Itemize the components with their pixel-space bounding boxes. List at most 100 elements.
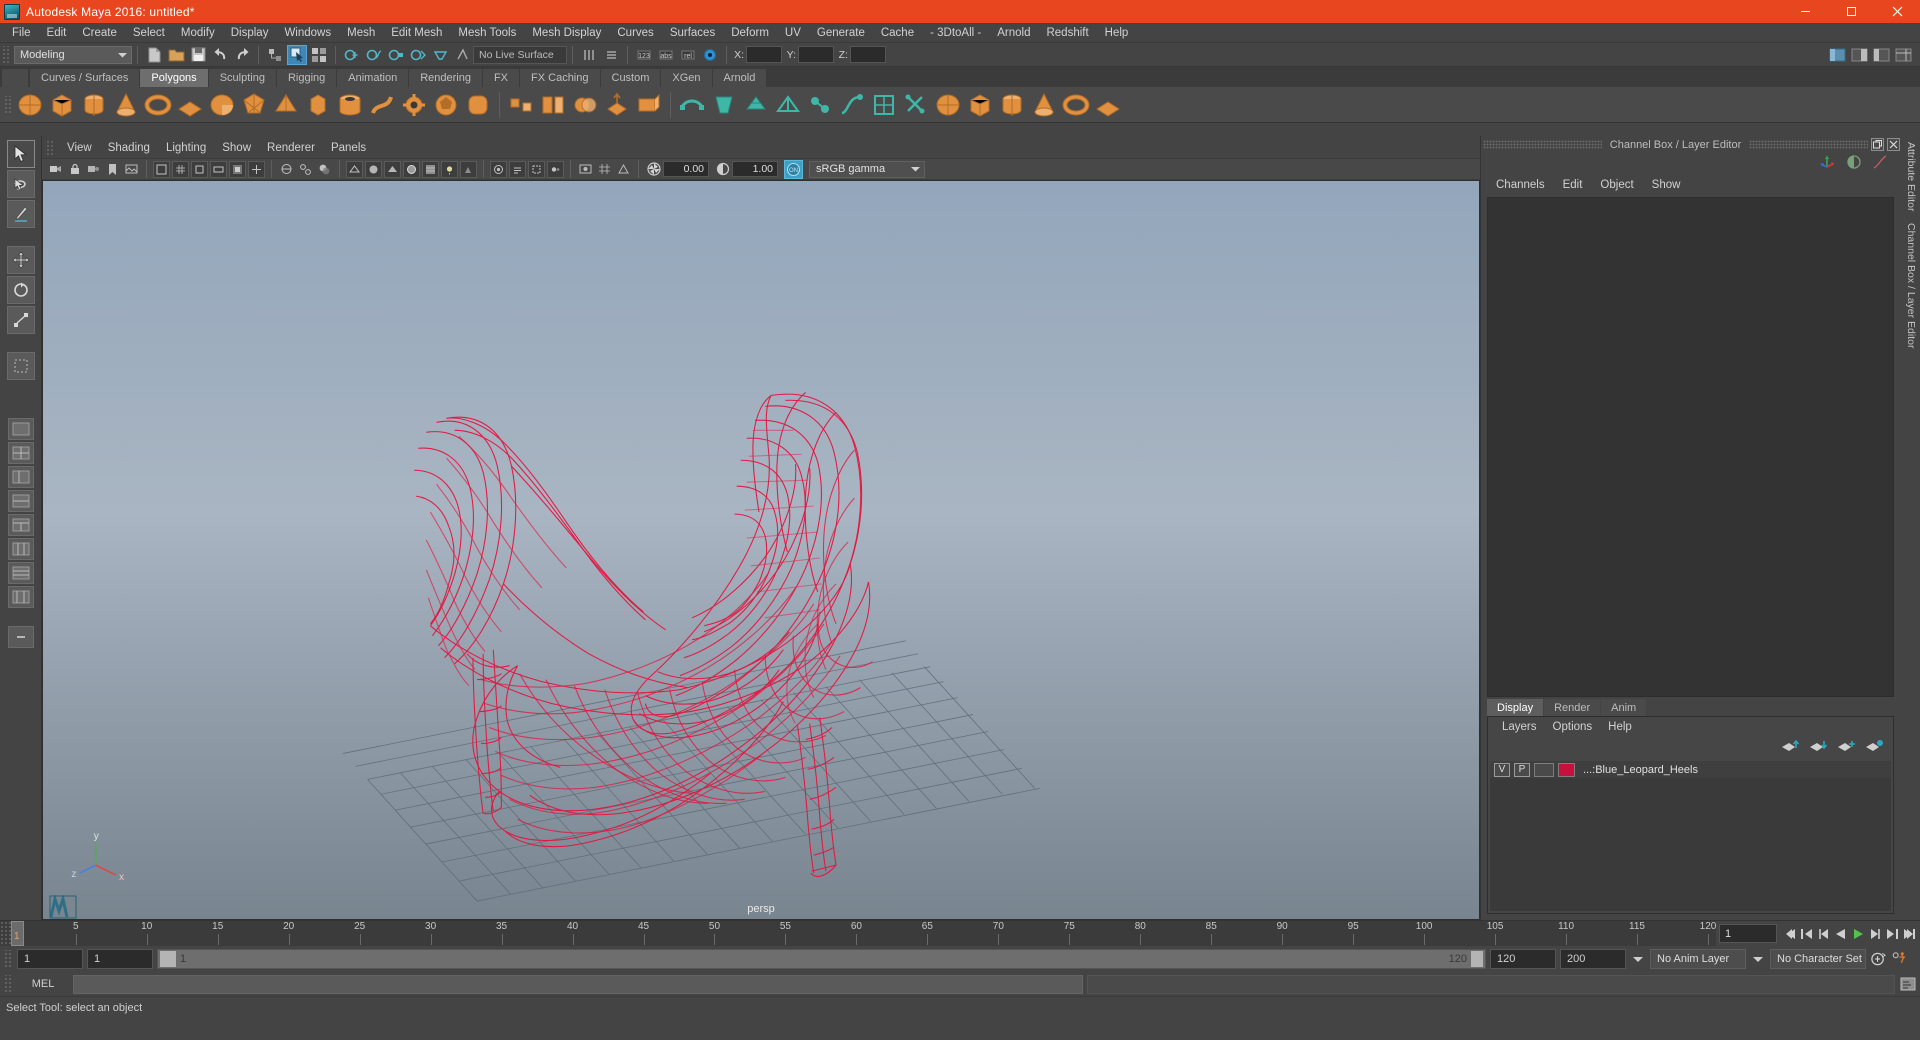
chevron-down-icon[interactable] — [1750, 949, 1766, 969]
image-plane-icon[interactable] — [123, 161, 140, 178]
menu-redshift[interactable]: Redshift — [1038, 23, 1096, 43]
auto-keyframe-icon[interactable] — [1870, 950, 1887, 969]
menu-windows[interactable]: Windows — [276, 23, 339, 43]
depth-of-field-icon[interactable] — [547, 160, 564, 178]
combine-icon[interactable] — [507, 91, 535, 119]
xray-toggle-icon[interactable] — [278, 161, 295, 178]
channel-box-menu-show[interactable]: Show — [1643, 179, 1690, 191]
shelf-tab-fx-caching[interactable]: FX Caching — [520, 69, 600, 87]
extrude-icon[interactable] — [603, 91, 631, 119]
layer-tab-anim[interactable]: Anim — [1601, 699, 1647, 716]
menu-curves[interactable]: Curves — [609, 23, 661, 43]
channel-box-menu-channels[interactable]: Channels — [1487, 179, 1554, 191]
go-to-end-icon[interactable] — [1900, 924, 1917, 943]
shelf-tab-polygons[interactable]: Polygons — [140, 69, 208, 87]
viewport-grip[interactable] — [46, 140, 55, 156]
coord-x-input[interactable] — [746, 46, 782, 63]
two-d-pan-zoom-icon[interactable] — [153, 160, 170, 178]
poly-platonic-icon[interactable] — [240, 91, 268, 119]
toolbar-grip[interactable] — [2, 45, 11, 64]
select-component-icon[interactable] — [309, 45, 329, 65]
scale-tool-icon[interactable] — [6, 306, 35, 334]
motion-blur-icon[interactable] — [509, 160, 526, 178]
menu-modify[interactable]: Modify — [173, 23, 223, 43]
layer-visibility-toggle[interactable]: V — [1494, 762, 1510, 777]
script-editor-icon[interactable] — [1899, 975, 1916, 994]
channel-box-toggle-icon[interactable] — [1893, 45, 1913, 65]
use-all-lights-icon[interactable] — [441, 160, 458, 178]
undo-icon[interactable] — [210, 45, 230, 65]
shelf-tab-custom[interactable]: Custom — [600, 69, 661, 87]
layer-color-swatch[interactable] — [1558, 762, 1575, 777]
film-gate-icon[interactable] — [191, 160, 208, 178]
shelf-tab-rendering[interactable]: Rendering — [409, 69, 482, 87]
lasso-select-tool-icon[interactable] — [6, 170, 35, 198]
paint-select-tool-icon[interactable] — [6, 200, 35, 228]
poly-soccer-ball-icon[interactable] — [432, 91, 460, 119]
menu-deform[interactable]: Deform — [723, 23, 777, 43]
layer-menu-options[interactable]: Options — [1545, 721, 1601, 733]
maximize-button[interactable] — [1828, 0, 1874, 23]
numeric-field-toggle-icon[interactable] — [700, 45, 720, 65]
viewport-menu-panels[interactable]: Panels — [323, 139, 374, 157]
shelf-tab-arnold[interactable]: Arnold — [712, 69, 767, 87]
snap-grid-icon[interactable] — [342, 45, 362, 65]
persp-uv-view-icon[interactable] — [7, 538, 34, 560]
rotate-tool-icon[interactable] — [6, 276, 35, 304]
two-panes-stacked-icon[interactable] — [7, 562, 34, 584]
snap-point-icon[interactable] — [386, 45, 406, 65]
layer-playback-toggle[interactable]: P — [1514, 762, 1530, 777]
go-to-start-icon[interactable] — [1781, 924, 1798, 943]
viewport-menu-show[interactable]: Show — [214, 139, 259, 157]
layer-menu-layers[interactable]: Layers — [1494, 721, 1545, 733]
toggle-inputs-icon[interactable] — [579, 45, 599, 65]
side-tab-attribute-editor[interactable]: Attribute Editor — [1904, 136, 1918, 217]
poly-disc-icon[interactable] — [208, 91, 236, 119]
chevron-down-icon[interactable] — [907, 163, 923, 176]
layer-list[interactable]: V P ...:Blue_Leopard_Heels — [1490, 761, 1891, 911]
command-line-grip[interactable] — [4, 975, 13, 993]
layer-row[interactable]: V P ...:Blue_Leopard_Heels — [1490, 761, 1891, 778]
current-frame-field[interactable]: 1 — [1719, 924, 1777, 943]
shadow-map-icon[interactable] — [460, 160, 477, 178]
poly-super-ellipse-icon[interactable] — [464, 91, 492, 119]
command-input[interactable] — [73, 974, 1083, 994]
xray-joints-icon[interactable] — [297, 161, 314, 178]
shelf-grip[interactable] — [2, 90, 14, 120]
menu-set-selector[interactable]: Modeling — [14, 45, 132, 64]
undock-icon[interactable] — [1871, 138, 1884, 151]
four-view-icon[interactable] — [7, 442, 34, 464]
last-tool-used-icon[interactable] — [6, 352, 35, 380]
bookmarks-icon[interactable] — [104, 161, 121, 178]
isolate-select-icon[interactable] — [577, 161, 594, 178]
close-icon[interactable] — [1887, 138, 1900, 151]
new-layer-from-selected-icon[interactable] — [1865, 739, 1883, 757]
close-button[interactable] — [1874, 0, 1920, 23]
gamma-input[interactable]: 1.00 — [732, 161, 778, 177]
color-management-icon[interactable]: ON — [784, 159, 803, 179]
quadrangulate-icon[interactable] — [838, 91, 866, 119]
time-slider-grip[interactable] — [0, 921, 11, 946]
shelf-tab-menu-button[interactable] — [2, 69, 28, 87]
snap-projected-icon[interactable] — [408, 45, 428, 65]
poly-torus-icon[interactable] — [144, 91, 172, 119]
menu-arnold[interactable]: Arnold — [989, 23, 1038, 43]
panel-drag-dots[interactable] — [1483, 140, 1602, 149]
poly-cube-icon[interactable] — [48, 91, 76, 119]
menu-help[interactable]: Help — [1097, 23, 1137, 43]
range-slider-grip[interactable] — [4, 950, 13, 968]
append-polygon-icon[interactable] — [710, 91, 738, 119]
open-scene-icon[interactable] — [166, 45, 186, 65]
poly-pyramid-icon[interactable] — [272, 91, 300, 119]
booleans-icon[interactable] — [571, 91, 599, 119]
select-camera-icon[interactable] — [47, 161, 64, 178]
reduce-icon[interactable] — [902, 91, 930, 119]
viewport-menu-shading[interactable]: Shading — [100, 139, 158, 157]
multisample-icon[interactable] — [528, 160, 545, 178]
bridge-icon[interactable] — [678, 91, 706, 119]
shadows-toggle-icon[interactable] — [316, 161, 333, 178]
persp-graph-view-icon[interactable] — [7, 490, 34, 512]
redo-icon[interactable] — [232, 45, 252, 65]
smooth-shade-all-icon[interactable] — [365, 160, 382, 178]
layer-tab-display[interactable]: Display — [1487, 699, 1544, 716]
